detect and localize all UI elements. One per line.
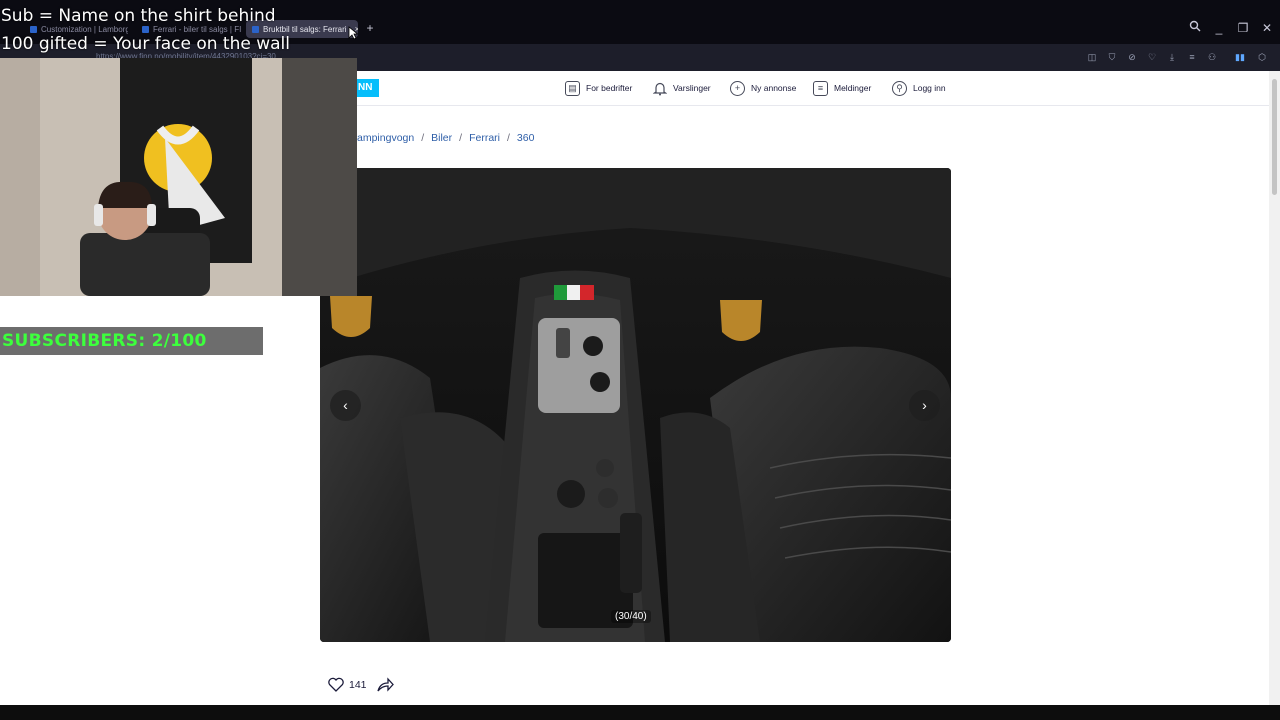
vpn-icon[interactable]: ⊘ (1125, 50, 1139, 64)
share-icon[interactable] (376, 677, 394, 693)
breadcrumb-item[interactable]: ampingvogn (357, 132, 414, 144)
overlay-sub-goal: Sub = Name on the shirt behind (1, 6, 276, 26)
image-gallery[interactable]: ‹ › (30/40) (320, 168, 951, 642)
breadcrumb-separator: / (507, 132, 510, 144)
nav-meldinger[interactable]: ≡ Meldinger (813, 79, 871, 97)
nav-label: Ny annonse (751, 83, 797, 93)
nav-label: Logg inn (913, 83, 946, 93)
previous-image-button[interactable]: ‹ (330, 390, 361, 421)
taskbar-strip (0, 705, 1280, 720)
image-counter: (30/40) (611, 610, 651, 623)
car-interior-photo (320, 168, 951, 642)
restore-icon[interactable]: ❐ (1235, 20, 1251, 36)
next-image-button[interactable]: › (909, 390, 940, 421)
breadcrumb-item[interactable]: Biler (431, 132, 452, 144)
breadcrumb-separator: / (421, 132, 425, 144)
heart-icon[interactable]: ♡ (1145, 50, 1159, 64)
nav-label: For bedrifter (586, 83, 633, 93)
header-divider (357, 105, 1269, 106)
extension-icon[interactable]: ⬡ (1255, 50, 1269, 64)
user-icon: ⚲ (892, 80, 907, 96)
new-tab-button[interactable]: + (363, 21, 377, 35)
stream-side-panel (0, 296, 320, 705)
stats-icon[interactable]: ▮▮ (1233, 50, 1247, 64)
breadcrumb: ampingvogn / Biler / Ferrari / 360 (357, 132, 534, 144)
nav-label: Varslinger (673, 83, 711, 93)
building-icon: ▤ (565, 80, 580, 96)
breadcrumb-item[interactable]: 360 (517, 132, 535, 144)
heart-icon (328, 677, 344, 692)
plus-circle-icon: + (730, 80, 745, 96)
nav-for-bedrifter[interactable]: ▤ For bedrifter (565, 79, 632, 97)
shield-icon[interactable]: ⛉ (1105, 50, 1119, 64)
favorite-button[interactable]: 141 (328, 677, 367, 692)
nav-ny-annonse[interactable]: + Ny annonse (730, 79, 796, 97)
subscriber-counter: SUBSCRIBERS: 2/100 (2, 331, 207, 351)
scrollbar-thumb[interactable] (1272, 79, 1277, 195)
screenshot-icon[interactable]: ◫ (1085, 50, 1099, 64)
chat-icon: ≡ (813, 80, 828, 96)
profile-icon[interactable]: ⚇ (1205, 50, 1219, 64)
webcam-image (0, 58, 357, 296)
finn-logo[interactable]: NN (357, 79, 379, 97)
overlay-gift-goal: 100 gifted = Your face on the wall (1, 34, 290, 54)
close-window-icon[interactable]: ✕ (1259, 20, 1275, 36)
download-icon[interactable]: ⤓ (1165, 50, 1179, 64)
breadcrumb-separator: / (459, 132, 463, 144)
menu-icon[interactable]: ≡ (1185, 50, 1199, 64)
webcam-feed (0, 58, 357, 296)
favorite-count: 141 (349, 678, 367, 691)
mouse-cursor-icon (348, 26, 358, 40)
minimize-icon[interactable]: _ (1211, 20, 1227, 36)
bell-icon (652, 81, 667, 96)
search-icon[interactable] (1187, 20, 1203, 36)
breadcrumb-item[interactable]: Ferrari (469, 132, 500, 144)
nav-logg-inn[interactable]: ⚲ Logg inn (892, 79, 946, 97)
nav-label: Meldinger (834, 83, 872, 93)
nav-varslinger[interactable]: Varslinger (652, 79, 711, 97)
